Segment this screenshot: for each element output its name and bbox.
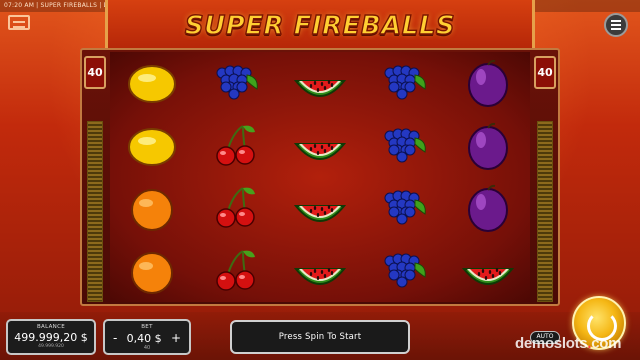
bet-decrease-button[interactable]: -	[113, 331, 117, 345]
fullscreen-icon[interactable]	[8, 15, 30, 30]
reel-symbol	[446, 177, 530, 240]
bet-label: BET	[141, 324, 153, 330]
lines-count-left: 40	[84, 56, 106, 89]
balance-panel: BALANCE 499.999,20 $ 49.999.920	[6, 319, 96, 355]
watermelon-icon	[293, 142, 347, 160]
reel-symbol	[446, 240, 530, 303]
watermark-tld: com	[591, 335, 622, 352]
reel-symbol	[194, 240, 278, 303]
message-box: Press Spin To Start	[230, 320, 410, 354]
reel-symbol	[110, 240, 194, 303]
watermark: demoslots.com	[515, 335, 640, 357]
grapes-icon	[384, 128, 426, 163]
balance-label: BALANCE	[36, 324, 66, 330]
reel-symbol	[194, 115, 278, 178]
left-meter	[87, 120, 103, 302]
reel-symbol	[110, 52, 194, 115]
orange-icon	[131, 189, 173, 232]
reel-symbol	[362, 115, 446, 178]
reel-symbol	[278, 240, 362, 303]
left-side-panel: 40	[84, 52, 106, 302]
menu-button[interactable]	[604, 13, 628, 37]
cherries-icon	[216, 124, 255, 166]
right-meter	[537, 120, 553, 302]
watermark-main: demoslots	[515, 335, 588, 352]
lemon-icon	[128, 65, 176, 104]
balance-credits: 49.999.920	[38, 344, 64, 349]
right-side-panel: 40	[534, 52, 556, 302]
plum-icon	[468, 122, 508, 170]
plum-icon	[468, 185, 508, 233]
grapes-icon	[384, 253, 426, 288]
balance-value: 499.999,20 $	[14, 331, 88, 344]
reel-symbol	[278, 52, 362, 115]
watermelon-icon	[293, 267, 347, 285]
watermelon-icon	[461, 267, 515, 285]
game-logo: SUPER FIREBALLS	[184, 10, 456, 41]
cherries-icon	[216, 187, 255, 228]
reels-grid	[110, 52, 530, 302]
reel-symbol	[110, 177, 194, 240]
grapes-icon	[216, 65, 258, 100]
watermelon-icon	[293, 80, 347, 98]
bet-panel: BET - 0,40 $ + 40	[103, 319, 191, 355]
bet-credits: 40	[143, 345, 151, 351]
reel-symbol	[362, 52, 446, 115]
bet-value: 0,40 $	[126, 331, 162, 345]
grapes-icon	[384, 190, 426, 225]
lemon-icon	[128, 127, 176, 166]
reel-symbol	[110, 115, 194, 178]
watermelon-icon	[293, 205, 347, 223]
reel-symbol	[362, 240, 446, 303]
plum-icon	[468, 60, 508, 108]
reel-symbol	[362, 177, 446, 240]
bet-increase-button[interactable]: +	[171, 331, 181, 345]
reel-symbol	[446, 52, 530, 115]
cherries-icon	[216, 249, 255, 291]
reel-symbol	[278, 177, 362, 240]
lines-count-right: 40	[534, 56, 556, 89]
reel-symbol	[194, 177, 278, 240]
orange-icon	[131, 251, 173, 294]
reel-symbol	[278, 115, 362, 178]
grapes-icon	[384, 65, 426, 100]
reel-symbol	[446, 115, 530, 178]
reel-symbol	[194, 52, 278, 115]
